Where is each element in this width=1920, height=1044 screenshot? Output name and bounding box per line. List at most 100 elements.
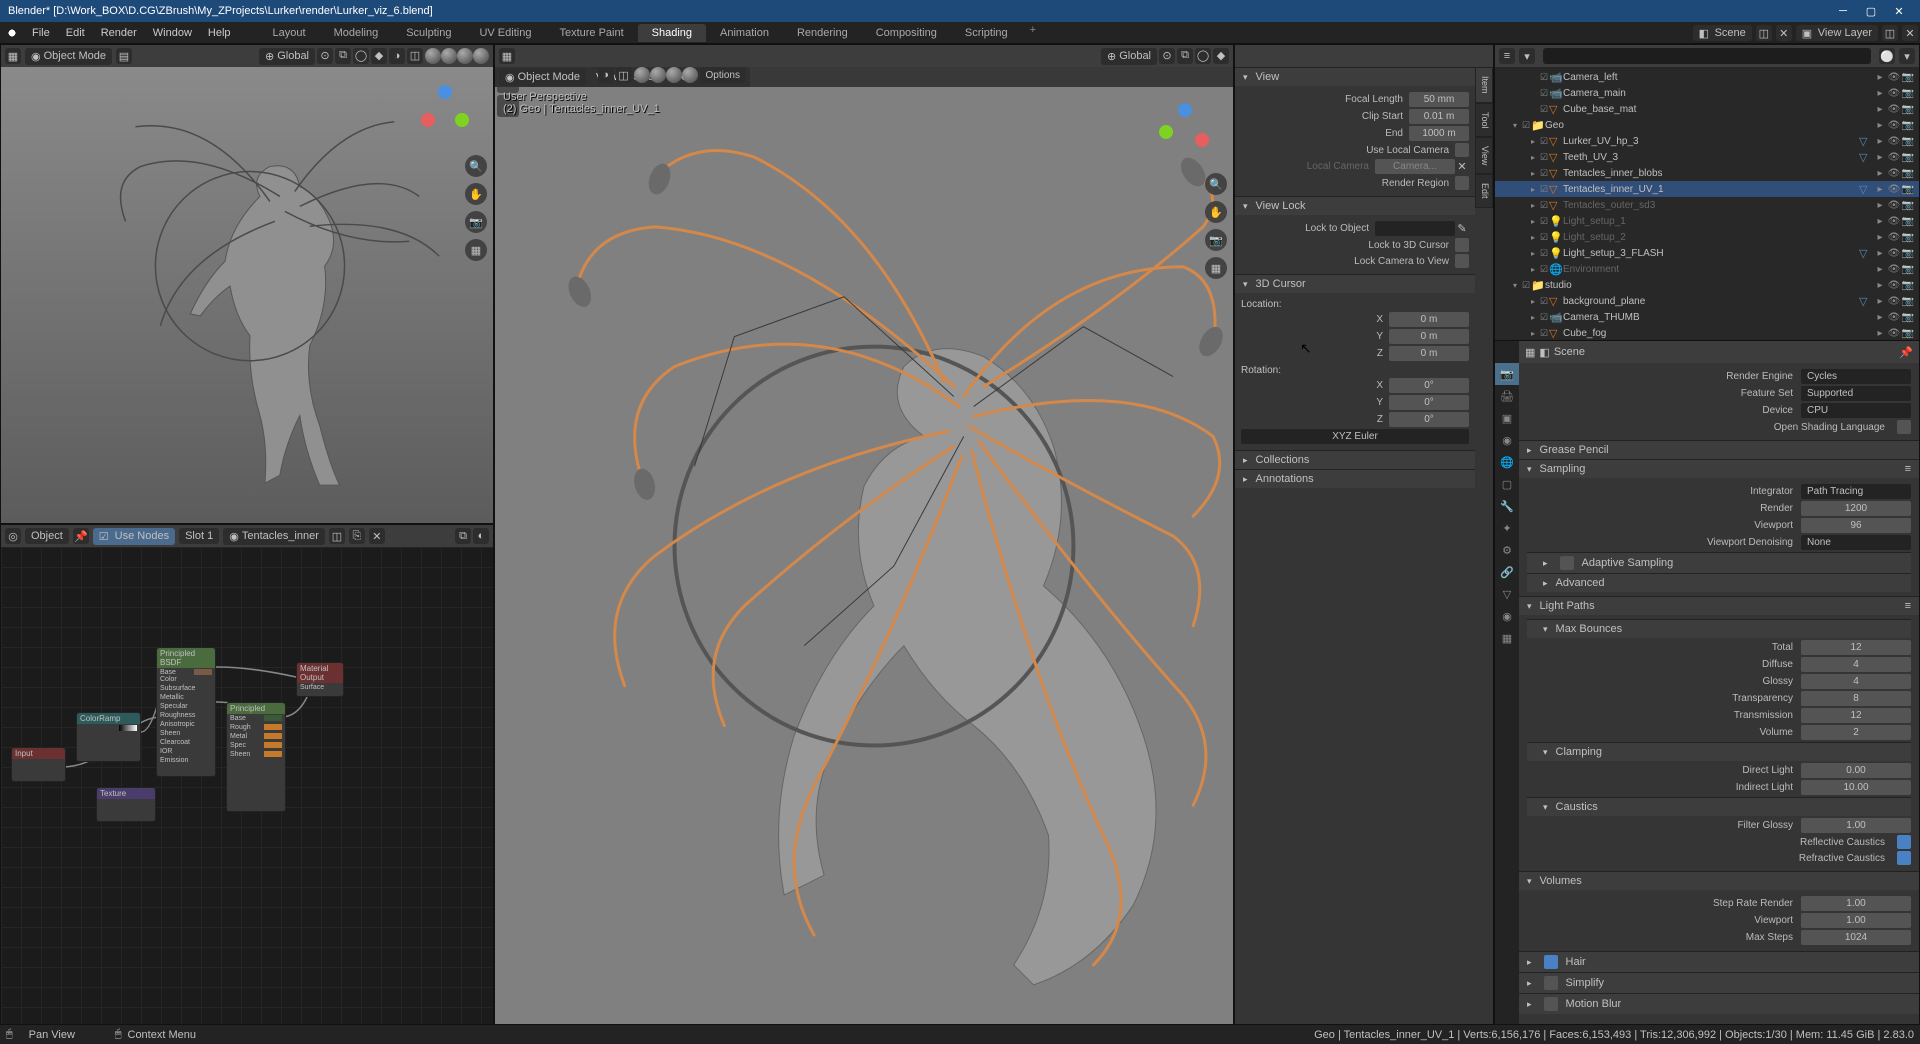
prop-tab-texture[interactable]: ▦ — [1495, 627, 1519, 649]
prop-tab-physics[interactable]: ⚙ — [1495, 539, 1519, 561]
visibility-checkbox-icon[interactable]: ☑ — [1539, 296, 1549, 307]
snap-icon[interactable]: ⧉ — [455, 528, 471, 544]
zoom-tool-icon[interactable]: 🔍 — [465, 155, 487, 177]
clipstart-input[interactable]: 0.01 m — [1409, 109, 1469, 124]
hide-select-icon[interactable]: ▸ — [1873, 312, 1887, 323]
prop-tab-constraint[interactable]: 🔗 — [1495, 561, 1519, 583]
rot-z-input[interactable]: 0° — [1389, 412, 1469, 427]
gizmo-toggle-icon[interactable]: ◆ — [1213, 48, 1229, 64]
camera-tool-icon[interactable]: 📷 — [1205, 229, 1227, 251]
maxbounces-header[interactable]: Max Bounces — [1527, 619, 1911, 638]
editor-type-icon[interactable]: ▦ — [5, 48, 21, 64]
preset-icon[interactable]: ≡ — [1905, 600, 1911, 612]
expand-toggle-icon[interactable]: ▸ — [1527, 137, 1539, 146]
hide-render-icon[interactable]: 📷 — [1901, 168, 1915, 179]
proportional-icon[interactable]: ◯ — [1195, 48, 1211, 64]
adaptive-checkbox[interactable] — [1560, 556, 1574, 570]
expand-toggle-icon[interactable]: ▸ — [1527, 297, 1539, 306]
prop-tab-object[interactable]: ▢ — [1495, 473, 1519, 495]
hide-select-icon[interactable]: ▸ — [1873, 264, 1887, 275]
transmission-input[interactable]: 12 — [1801, 708, 1911, 723]
preset-icon[interactable]: ≡ — [1905, 463, 1911, 475]
pin-icon[interactable]: 📌 — [73, 528, 89, 544]
wireframe-shading-icon[interactable] — [425, 48, 441, 64]
matprev-shading-icon[interactable] — [457, 48, 473, 64]
nav-gizmo-main[interactable] — [1155, 103, 1215, 163]
viewport-denoise-dropdown[interactable]: None — [1801, 535, 1911, 550]
workspace-scripting[interactable]: Scripting — [951, 24, 1022, 42]
camera-tool-icon[interactable]: 📷 — [465, 211, 487, 233]
outliner-row[interactable]: ▸☑💡Light_setup_1▸👁📷 — [1495, 213, 1919, 229]
overlay-toggle-icon[interactable]: ◑ — [389, 48, 405, 64]
rot-y-input[interactable]: 0° — [1389, 395, 1469, 410]
pivot-icon[interactable]: ⊙ — [1159, 48, 1175, 64]
scene-delete-button[interactable]: ✕ — [1776, 25, 1792, 41]
hide-select-icon[interactable]: ▸ — [1873, 104, 1887, 115]
lightpaths-header[interactable]: Light Paths≡ — [1519, 596, 1919, 615]
menu-file[interactable]: File — [24, 27, 58, 39]
hide-select-icon[interactable]: ▸ — [1873, 136, 1887, 147]
properties-breadcrumb[interactable]: Scene — [1554, 346, 1585, 358]
prop-tab-viewlayer[interactable]: ▣ — [1495, 407, 1519, 429]
hide-render-icon[interactable]: 📷 — [1901, 232, 1915, 243]
workspace-compositing[interactable]: Compositing — [862, 24, 951, 42]
hide-render-icon[interactable]: 📷 — [1901, 104, 1915, 115]
editor-type-icon[interactable]: ◎ — [5, 528, 21, 544]
prop-tab-particle[interactable]: ✦ — [1495, 517, 1519, 539]
steprender-input[interactable]: 1.00 — [1801, 896, 1911, 911]
outliner-row[interactable]: ▸☑▽Cube_fog▸👁📷 — [1495, 325, 1919, 340]
hide-viewport-icon[interactable]: 👁 — [1887, 216, 1901, 227]
overlay-icon[interactable]: ◐ — [473, 528, 489, 544]
outliner-row[interactable]: ▸☑📹Camera_THUMB▸👁📷 — [1495, 309, 1919, 325]
renderregion-checkbox[interactable] — [1455, 176, 1469, 190]
hide-viewport-icon[interactable]: 👁 — [1887, 328, 1901, 339]
visibility-checkbox-icon[interactable]: ☑ — [1539, 232, 1549, 243]
outliner-row[interactable]: ▸☑💡Light_setup_2▸👁📷 — [1495, 229, 1919, 245]
expand-toggle-icon[interactable]: ▸ — [1527, 249, 1539, 258]
prop-tab-material[interactable]: ◉ — [1495, 605, 1519, 627]
adaptive-header[interactable]: Adaptive Sampling — [1527, 552, 1911, 573]
visibility-checkbox-icon[interactable]: ☑ — [1539, 152, 1549, 163]
node-new-button[interactable]: ◫ — [329, 528, 345, 544]
mode-dropdown[interactable]: ◉Object Mode — [25, 48, 112, 65]
solid-shading-icon[interactable] — [650, 67, 666, 83]
gizmo-x-icon[interactable] — [421, 113, 435, 127]
hide-viewport-icon[interactable]: 👁 — [1887, 312, 1901, 323]
hide-select-icon[interactable]: ▸ — [1873, 296, 1887, 307]
npanel-tab-tool[interactable]: Tool — [1475, 103, 1493, 138]
snap-icon[interactable]: ⧉ — [1177, 48, 1193, 64]
hair-header[interactable]: Hair — [1519, 951, 1919, 972]
maxsteps-input[interactable]: 1024 — [1801, 930, 1911, 945]
hide-select-icon[interactable]: ▸ — [1873, 120, 1887, 131]
xray-icon[interactable]: ◫ — [616, 67, 632, 83]
viewport-main-canvas[interactable] — [495, 87, 1233, 1043]
lockcam-checkbox[interactable] — [1455, 254, 1469, 268]
indirectlight-input[interactable]: 10.00 — [1801, 780, 1911, 795]
npanel-viewlock-header[interactable]: View Lock — [1235, 196, 1475, 215]
wireframe-shading-icon[interactable] — [634, 67, 650, 83]
prop-tab-render[interactable]: 📷 — [1495, 363, 1519, 385]
pin-icon[interactable]: 📌 — [1899, 346, 1913, 359]
advanced-header[interactable]: Advanced — [1527, 573, 1911, 592]
perspective-tool-icon[interactable]: ▦ — [1205, 257, 1227, 279]
focal-input[interactable]: 50 mm — [1409, 92, 1469, 107]
hide-render-icon[interactable]: 📷 — [1901, 200, 1915, 211]
menu-edit[interactable]: Edit — [58, 27, 93, 39]
hide-viewport-icon[interactable]: 👁 — [1887, 88, 1901, 99]
expand-toggle-icon[interactable]: ▸ — [1527, 233, 1539, 242]
npanel-collections-header[interactable]: Collections — [1235, 450, 1475, 469]
display-mode-icon[interactable]: ▾ — [1519, 48, 1535, 64]
gizmo-y-icon[interactable] — [1159, 125, 1173, 139]
scene-dropdown[interactable]: ◧Scene — [1693, 25, 1752, 41]
workspace-rendering[interactable]: Rendering — [783, 24, 862, 42]
hide-select-icon[interactable]: ▸ — [1873, 152, 1887, 163]
expand-toggle-icon[interactable]: ▸ — [1527, 185, 1539, 194]
node-material-output[interactable]: Material Output Surface — [296, 662, 344, 697]
editor-type-icon[interactable]: ≡ — [1499, 48, 1515, 64]
hide-viewport-icon[interactable]: 👁 — [1887, 280, 1901, 291]
blender-logo-icon[interactable] — [4, 25, 20, 41]
visibility-checkbox-icon[interactable]: ☑ — [1539, 136, 1549, 147]
visibility-checkbox-icon[interactable]: ☑ — [1539, 328, 1549, 339]
outliner-row[interactable]: ▸☑▽Tentacles_inner_blobs▸👁📷 — [1495, 165, 1919, 181]
expand-toggle-icon[interactable]: ▸ — [1527, 265, 1539, 274]
